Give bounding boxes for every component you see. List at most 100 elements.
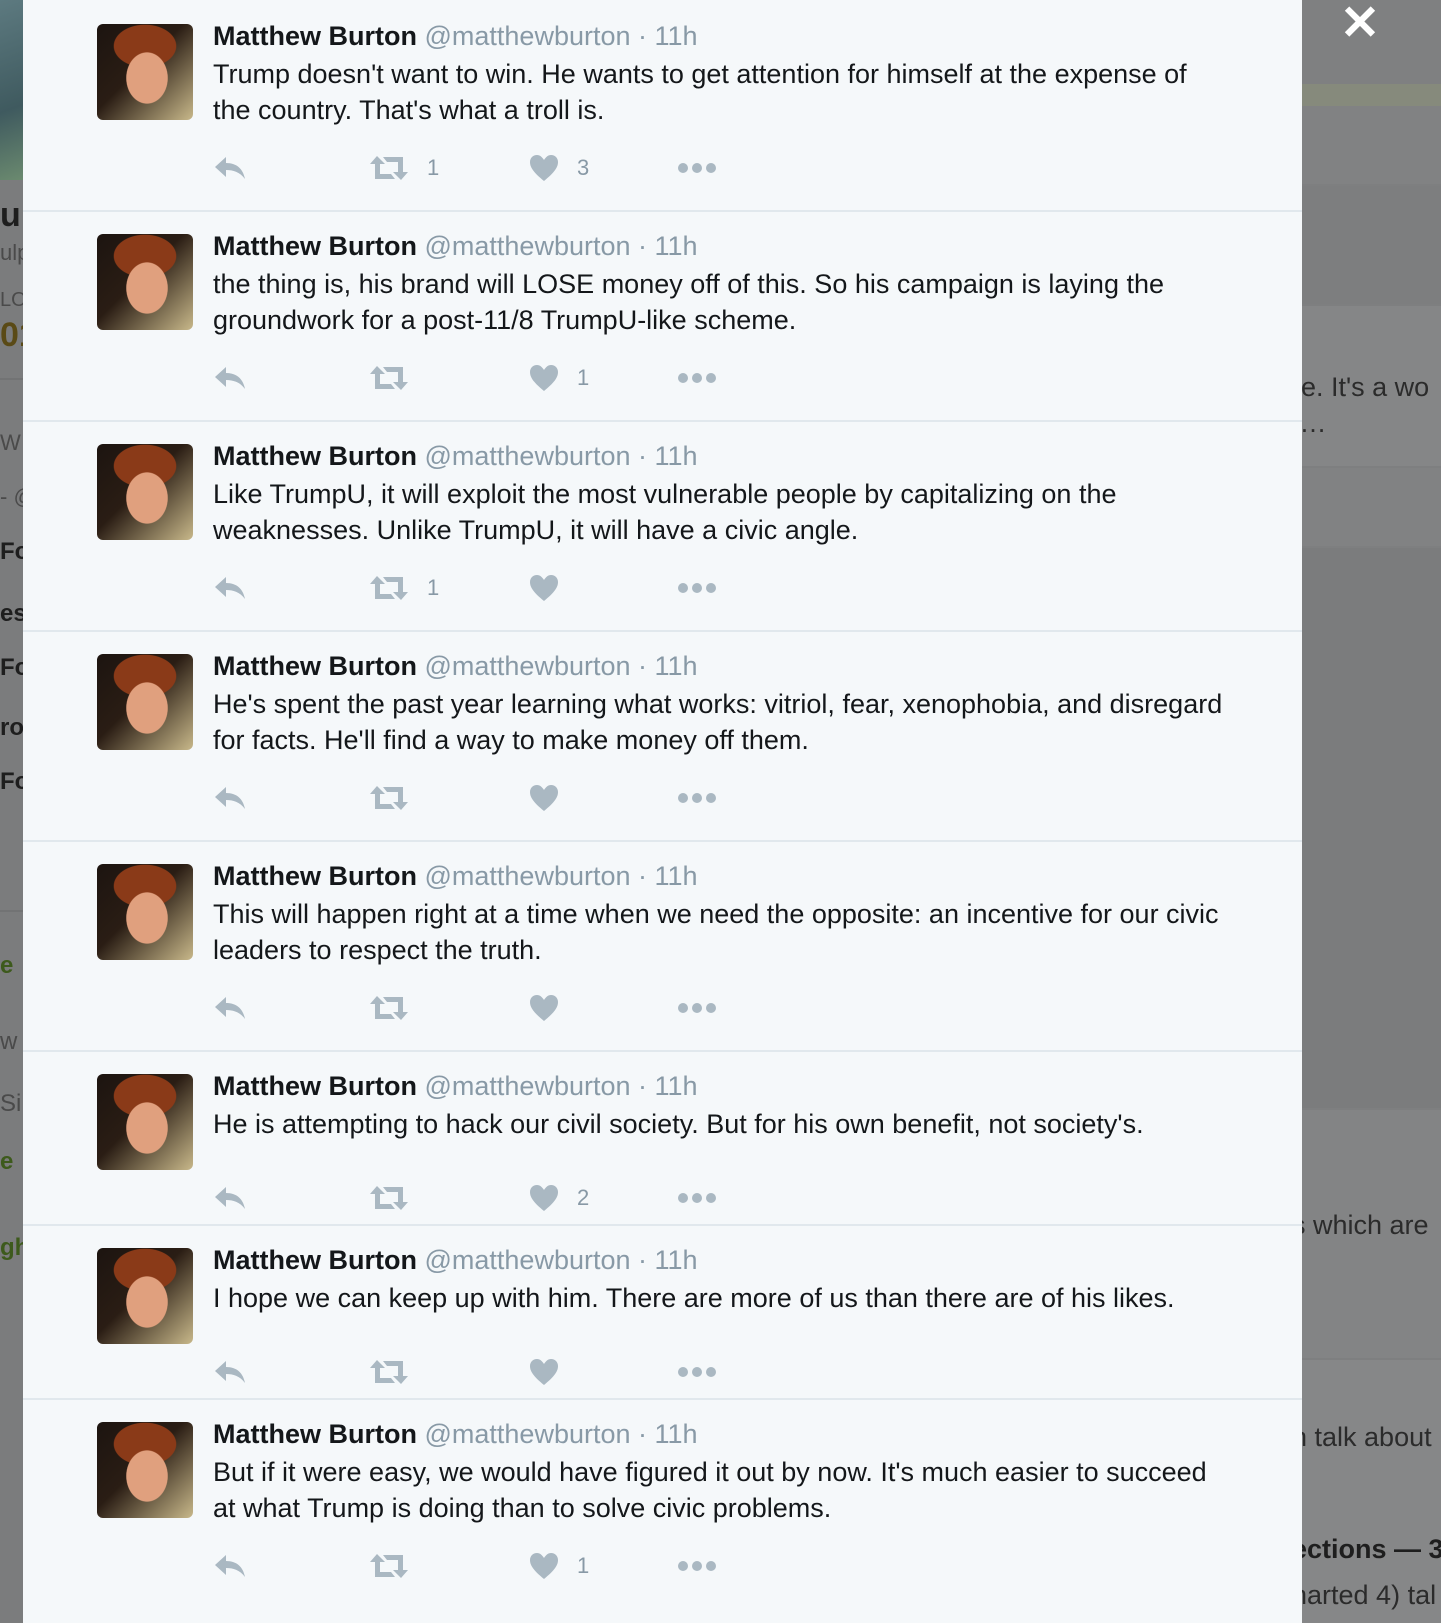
author-handle[interactable]: @matthewburton: [425, 231, 631, 261]
avatar[interactable]: [97, 1422, 193, 1518]
tweet-text: I hope we can keep up with him. There ar…: [213, 1283, 1175, 1313]
bg-panel: [1302, 468, 1441, 546]
retweet-icon: [369, 1358, 409, 1386]
tweet-header: Matthew Burton @matthewburton · 11h: [213, 230, 698, 262]
retweet-icon: [369, 364, 409, 392]
reply-icon[interactable]: [213, 1354, 247, 1390]
tweet-text: But if it were easy, we would have figur…: [213, 1457, 1207, 1523]
retweet-button[interactable]: [369, 780, 427, 816]
retweet-button[interactable]: 1: [369, 150, 439, 186]
author-name[interactable]: Matthew Burton: [213, 441, 417, 471]
avatar[interactable]: [97, 234, 193, 330]
author-handle[interactable]: @matthewburton: [425, 1245, 631, 1275]
like-button[interactable]: [529, 780, 577, 816]
reply-icon[interactable]: [213, 780, 247, 816]
avatar[interactable]: [97, 864, 193, 960]
like-button[interactable]: [529, 990, 577, 1026]
tweet-timestamp[interactable]: 11h: [655, 1419, 698, 1449]
retweet-button[interactable]: [369, 1180, 427, 1216]
bg-left-fragment: W: [0, 430, 21, 455]
more-icon[interactable]: [677, 1548, 717, 1584]
retweet-button[interactable]: [369, 1354, 427, 1390]
author-handle[interactable]: @matthewburton: [425, 651, 631, 681]
like-button[interactable]: 3: [529, 150, 589, 186]
bg-right-fragment: re. It's a wo: [1292, 372, 1430, 402]
heart-icon: [529, 994, 559, 1022]
more-icon[interactable]: [677, 150, 717, 186]
author-handle[interactable]: @matthewburton: [425, 21, 631, 51]
more-icon[interactable]: [677, 990, 717, 1026]
avatar[interactable]: [97, 1248, 193, 1344]
avatar[interactable]: [97, 444, 193, 540]
reply-icon[interactable]: [213, 150, 247, 186]
author-name[interactable]: Matthew Burton: [213, 1419, 417, 1449]
retweet-icon: [369, 1552, 409, 1580]
more-icon[interactable]: [677, 360, 717, 396]
tweet[interactable]: Matthew Burton @matthewburton · 11h Like …: [23, 420, 1302, 632]
tweet-text: the thing is, his brand will LOSE money …: [213, 269, 1164, 335]
retweet-icon: [369, 154, 409, 182]
tweet-timestamp[interactable]: 11h: [655, 231, 698, 261]
like-button[interactable]: 1: [529, 360, 589, 396]
retweet-button[interactable]: [369, 1548, 427, 1584]
author-name[interactable]: Matthew Burton: [213, 1071, 417, 1101]
tweet-header: Matthew Burton @matthewburton · 11h: [213, 1418, 698, 1450]
tweet-thread-modal: Matthew Burton @matthewburton · 11h Trump…: [23, 0, 1302, 1623]
tweet-timestamp[interactable]: 11h: [655, 1245, 698, 1275]
author-handle[interactable]: @matthewburton: [425, 861, 631, 891]
tweet-actions: 1: [213, 1548, 813, 1584]
heart-icon: [529, 154, 559, 182]
close-icon[interactable]: ✕: [1338, 0, 1382, 48]
author-name[interactable]: Matthew Burton: [213, 1245, 417, 1275]
reply-icon[interactable]: [213, 1180, 247, 1216]
author-handle[interactable]: @matthewburton: [425, 441, 631, 471]
reply-icon[interactable]: [213, 360, 247, 396]
author-handle[interactable]: @matthewburton: [425, 1419, 631, 1449]
more-icon[interactable]: [677, 1354, 717, 1390]
separator-dot: ·: [630, 441, 655, 471]
tweet-timestamp[interactable]: 11h: [655, 861, 698, 891]
tweet-actions: [213, 1354, 813, 1390]
background-right-column: [1302, 0, 1441, 1623]
tweet-timestamp[interactable]: 11h: [655, 651, 698, 681]
tweet-text: He is attempting to hack our civil socie…: [213, 1109, 1144, 1139]
tweet[interactable]: Matthew Burton @matthewburton · 11h He's …: [23, 630, 1302, 842]
author-name[interactable]: Matthew Burton: [213, 861, 417, 891]
tweet[interactable]: Matthew Burton @matthewburton · 11h This …: [23, 840, 1302, 1052]
avatar[interactable]: [97, 24, 193, 120]
tweet[interactable]: Matthew Burton @matthewburton · 11h But i…: [23, 1398, 1302, 1623]
tweet[interactable]: Matthew Burton @matthewburton · 11h the t…: [23, 210, 1302, 422]
like-button[interactable]: [529, 570, 577, 606]
retweet-count: 1: [427, 155, 440, 180]
reply-icon[interactable]: [213, 990, 247, 1026]
tweet-timestamp[interactable]: 11h: [655, 441, 698, 471]
avatar[interactable]: [97, 654, 193, 750]
retweet-button[interactable]: [369, 360, 427, 396]
author-name[interactable]: Matthew Burton: [213, 21, 417, 51]
separator-dot: ·: [630, 21, 655, 51]
tweet[interactable]: Matthew Burton @matthewburton · 11h I hop…: [23, 1224, 1302, 1400]
author-name[interactable]: Matthew Burton: [213, 231, 417, 261]
reply-icon[interactable]: [213, 1548, 247, 1584]
separator-dot: ·: [630, 861, 655, 891]
tweet-timestamp[interactable]: 11h: [655, 21, 698, 51]
author-name[interactable]: Matthew Burton: [213, 651, 417, 681]
like-button[interactable]: 2: [529, 1180, 589, 1216]
heart-icon: [529, 1358, 559, 1386]
retweet-button[interactable]: [369, 990, 427, 1026]
reply-icon[interactable]: [213, 570, 247, 606]
like-button[interactable]: 1: [529, 1548, 589, 1584]
separator-dot: ·: [630, 1419, 655, 1449]
like-button[interactable]: [529, 1354, 577, 1390]
retweet-button[interactable]: 1: [369, 570, 439, 606]
author-handle[interactable]: @matthewburton: [425, 1071, 631, 1101]
tweet-actions: 1: [213, 570, 813, 606]
tweet[interactable]: Matthew Burton @matthewburton · 11h He is…: [23, 1050, 1302, 1226]
more-icon[interactable]: [677, 780, 717, 816]
more-icon[interactable]: [677, 570, 717, 606]
avatar[interactable]: [97, 1074, 193, 1170]
tweet-timestamp[interactable]: 11h: [655, 1071, 698, 1101]
tweet-actions: 1: [213, 360, 813, 396]
more-icon[interactable]: [677, 1180, 717, 1216]
tweet[interactable]: Matthew Burton @matthewburton · 11h Trump…: [23, 0, 1302, 212]
